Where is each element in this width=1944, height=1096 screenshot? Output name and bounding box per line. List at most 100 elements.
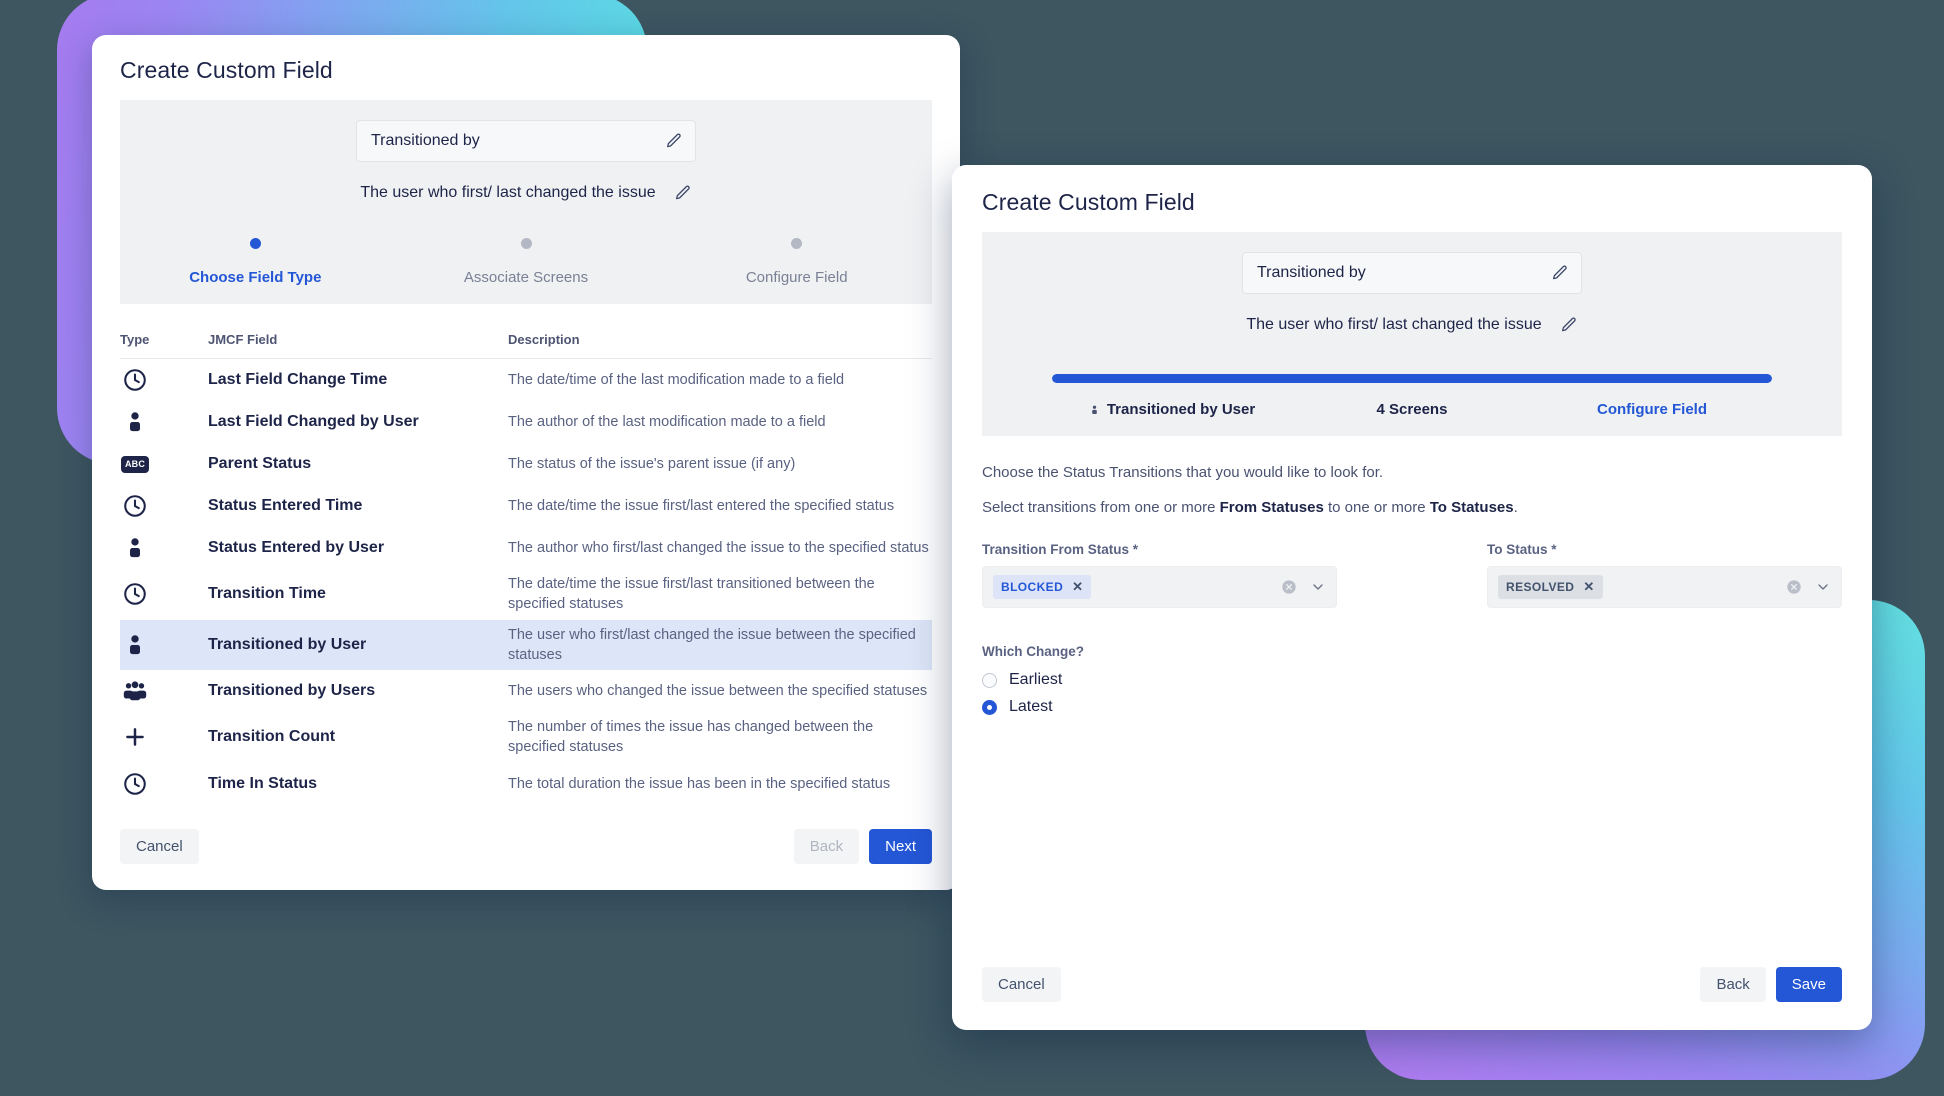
instructions-from-statuses: From Statuses <box>1219 499 1324 516</box>
which-change-label: Which Change? <box>982 644 1084 659</box>
pencil-icon[interactable] <box>665 132 683 150</box>
step-dot-icon <box>249 238 261 249</box>
table-row-selected[interactable]: Transitioned by User The user who first/… <box>120 619 932 671</box>
progress-step-label: 4 Screens <box>1376 401 1448 418</box>
to-status-select[interactable]: RESOLVED ✕ <box>1487 566 1842 608</box>
field-name: Transitioned by User <box>208 635 367 653</box>
instructions-line2-mid: to one or more <box>1323 499 1430 516</box>
status-chip-resolved[interactable]: RESOLVED ✕ <box>1498 575 1603 599</box>
chevron-down-icon[interactable] <box>1310 579 1326 595</box>
chip-remove-icon[interactable]: ✕ <box>1583 579 1594 595</box>
progress-step-transitioned-by-user[interactable]: Transitioned by User <box>1052 401 1292 418</box>
field-name: Last Field Change Time <box>208 371 388 388</box>
screenshot-stage: Create Custom Field Transitioned by The … <box>0 0 1944 1096</box>
radio-icon-selected[interactable] <box>982 699 997 715</box>
field-description-value: The user who first/ last changed the iss… <box>1246 316 1542 333</box>
progress-step-label: Configure Field <box>1597 401 1707 418</box>
status-chip-blocked[interactable]: BLOCKED ✕ <box>993 575 1092 599</box>
table-row[interactable]: ABC Parent Status The status of the issu… <box>120 443 932 485</box>
radio-option-earliest[interactable]: Earliest <box>982 671 1842 689</box>
dialog-title: Create Custom Field <box>982 189 1195 215</box>
clock-icon <box>120 579 150 609</box>
clear-circle-icon[interactable] <box>1281 579 1297 595</box>
instructions-line-1: Choose the Status Transitions that you w… <box>982 464 1384 481</box>
back-button[interactable]: Back <box>793 829 860 864</box>
step-label: Choose Field Type <box>189 269 322 286</box>
wizard-progress: Transitioned by User 4 Screens Configure… <box>1052 374 1772 418</box>
progress-step-labels: Transitioned by User 4 Screens Configure… <box>1052 401 1772 418</box>
pencil-icon[interactable] <box>1560 316 1578 334</box>
field-name-input[interactable]: Transitioned by <box>1242 252 1582 294</box>
table-row[interactable]: Last Field Changed by User The author of… <box>120 401 932 443</box>
next-button[interactable]: Next <box>869 829 932 864</box>
to-status-label: To Status * <box>1487 542 1842 557</box>
required-marker: * <box>1132 542 1139 557</box>
table-row[interactable]: Transition Count The number of times the… <box>120 712 932 763</box>
from-status-label-text: Transition From Status <box>982 542 1130 557</box>
create-custom-field-dialog-step3: Create Custom Field Transitioned by The … <box>952 165 1872 1030</box>
save-button[interactable]: Save <box>1775 967 1842 1002</box>
user-icon <box>1089 403 1100 417</box>
dialog-footer: Cancel Back Save <box>952 967 1872 1030</box>
step-configure-field[interactable]: Configure Field <box>661 238 932 286</box>
chip-label: RESOLVED <box>1506 580 1575 594</box>
instructions-line2-post: . <box>1513 499 1518 516</box>
progress-fill <box>1052 374 1772 383</box>
pencil-icon[interactable] <box>674 184 692 202</box>
select-controls <box>1786 579 1831 595</box>
chip-remove-icon[interactable]: ✕ <box>1072 579 1083 595</box>
table-row[interactable]: Last Field Change Time The date/time of … <box>120 359 932 401</box>
step-dot-icon <box>520 238 532 249</box>
back-button[interactable]: Back <box>1700 967 1766 1002</box>
cancel-button[interactable]: Cancel <box>120 829 199 864</box>
column-header-type: Type <box>120 332 150 347</box>
table-row[interactable]: Transitioned by Users The users who chan… <box>120 670 932 712</box>
field-description: The users who changed the issue between … <box>508 683 928 700</box>
field-description: The user who first/last changed the issu… <box>508 626 916 663</box>
step-label: Configure Field <box>745 269 848 286</box>
field-description: The status of the issue's parent issue (… <box>508 455 796 472</box>
chevron-down-icon[interactable] <box>1815 579 1831 595</box>
field-description-value: The user who first/ last changed the iss… <box>360 184 656 201</box>
table-row[interactable]: Transition Time The date/time the issue … <box>120 569 932 620</box>
column-header-description: Description <box>508 332 580 347</box>
table-row[interactable]: Time In Status The total duration the is… <box>120 763 932 805</box>
field-description: The author of the last modification made… <box>508 413 826 430</box>
table-row[interactable]: Status Entered Time The date/time the is… <box>120 485 932 527</box>
field-name: Status Entered by User <box>208 539 385 556</box>
table-row[interactable]: Status Entered by User The author who fi… <box>120 527 932 569</box>
field-name: Parent Status <box>208 455 312 472</box>
radio-option-latest[interactable]: Latest <box>982 698 1842 716</box>
field-description: The author who first/last changed the is… <box>508 539 929 556</box>
from-status-select[interactable]: BLOCKED ✕ <box>982 566 1337 608</box>
radio-icon[interactable] <box>982 672 997 688</box>
field-name: Transition Time <box>208 585 326 603</box>
progress-step-configure-field[interactable]: Configure Field <box>1532 401 1772 418</box>
pencil-icon[interactable] <box>1551 264 1569 282</box>
table-header-row: Type JMCF Field Description <box>120 304 932 359</box>
field-name: Status Entered Time <box>208 497 363 514</box>
to-status-label-text: To Status <box>1487 542 1548 557</box>
instructions-to-statuses: To Statuses <box>1429 499 1514 516</box>
dialog-footer: Cancel Back Next <box>92 829 960 890</box>
status-selectors-row: Transition From Status * BLOCKED ✕ To St… <box>982 542 1842 608</box>
dialog-title: Create Custom Field <box>120 57 333 83</box>
users-icon <box>120 676 150 706</box>
clock-icon <box>120 491 150 521</box>
field-name: Transitioned by Users <box>208 682 376 700</box>
field-description: The date/time the issue first/last enter… <box>508 497 895 514</box>
progress-track <box>1052 374 1772 383</box>
cancel-button[interactable]: Cancel <box>982 967 1061 1002</box>
chip-label: BLOCKED <box>1001 580 1064 594</box>
step-choose-field-type[interactable]: Choose Field Type <box>120 238 391 286</box>
plus-icon <box>120 722 150 752</box>
field-name-input[interactable]: Transitioned by <box>356 120 696 162</box>
progress-step-screens[interactable]: 4 Screens <box>1292 401 1532 418</box>
select-controls <box>1281 579 1326 595</box>
clear-circle-icon[interactable] <box>1786 579 1802 595</box>
step-associate-screens[interactable]: Associate Screens <box>391 238 662 286</box>
abc-icon: ABC <box>120 449 150 479</box>
user-icon <box>120 407 150 437</box>
field-description: The total duration the issue has been in… <box>508 775 891 792</box>
configure-field-body: Choose the Status Transitions that you w… <box>952 436 1872 716</box>
